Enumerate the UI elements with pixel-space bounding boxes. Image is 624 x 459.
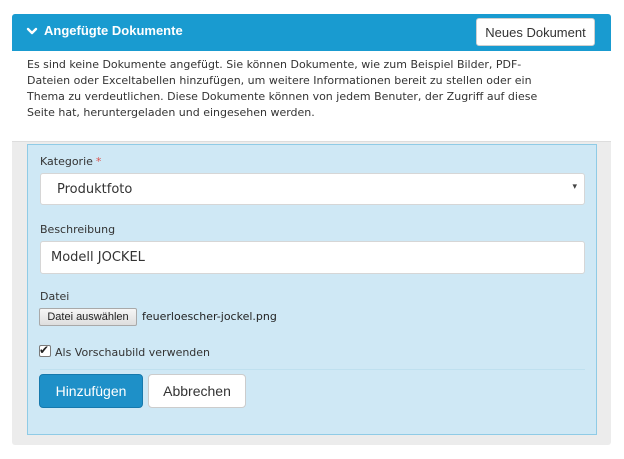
file-label: Datei [40, 290, 70, 303]
caret-down-icon: ▾ [572, 182, 577, 192]
checkmark-icon: ✔ [39, 343, 50, 357]
thumbnail-checkbox-label[interactable]: Als Vorschaubild verwenden [55, 346, 210, 359]
required-marker: * [95, 155, 102, 168]
notice-text: Es sind keine Dokumente angefügt. Sie kö… [27, 58, 538, 119]
selected-file-name: feuerloescher-jockel.png [142, 310, 277, 323]
panel-header[interactable]: Angefügte Dokumente Neues Dokument [12, 14, 611, 51]
choose-file-button[interactable]: Datei auswählen [39, 308, 137, 326]
chevron-down-icon[interactable] [26, 25, 38, 37]
attached-documents-panel: Angefügte Dokumente Neues Dokument Es si… [12, 14, 611, 445]
cancel-button[interactable]: Abbrechen [148, 374, 246, 408]
thumbnail-checkbox[interactable]: ✔ [39, 343, 51, 357]
category-label: Kategorie * [40, 155, 101, 168]
panel-title-label: Angefügte Dokumente [44, 23, 183, 38]
no-documents-notice: Es sind keine Dokumente angefügt. Sie kö… [12, 51, 611, 142]
category-select[interactable]: Produktfoto ▾ [40, 173, 585, 205]
panel-title[interactable]: Angefügte Dokumente [26, 23, 183, 38]
description-input[interactable] [40, 241, 585, 274]
description-label: Beschreibung [40, 223, 116, 236]
new-document-button[interactable]: Neues Dokument [476, 18, 595, 46]
category-label-text: Kategorie [40, 155, 93, 168]
divider [40, 369, 585, 370]
add-document-form: Kategorie* Produktfoto ▾ Beschreibung Da… [27, 144, 597, 435]
category-selected-value: Produktfoto [57, 182, 133, 197]
add-button[interactable]: Hinzufügen [39, 374, 143, 408]
